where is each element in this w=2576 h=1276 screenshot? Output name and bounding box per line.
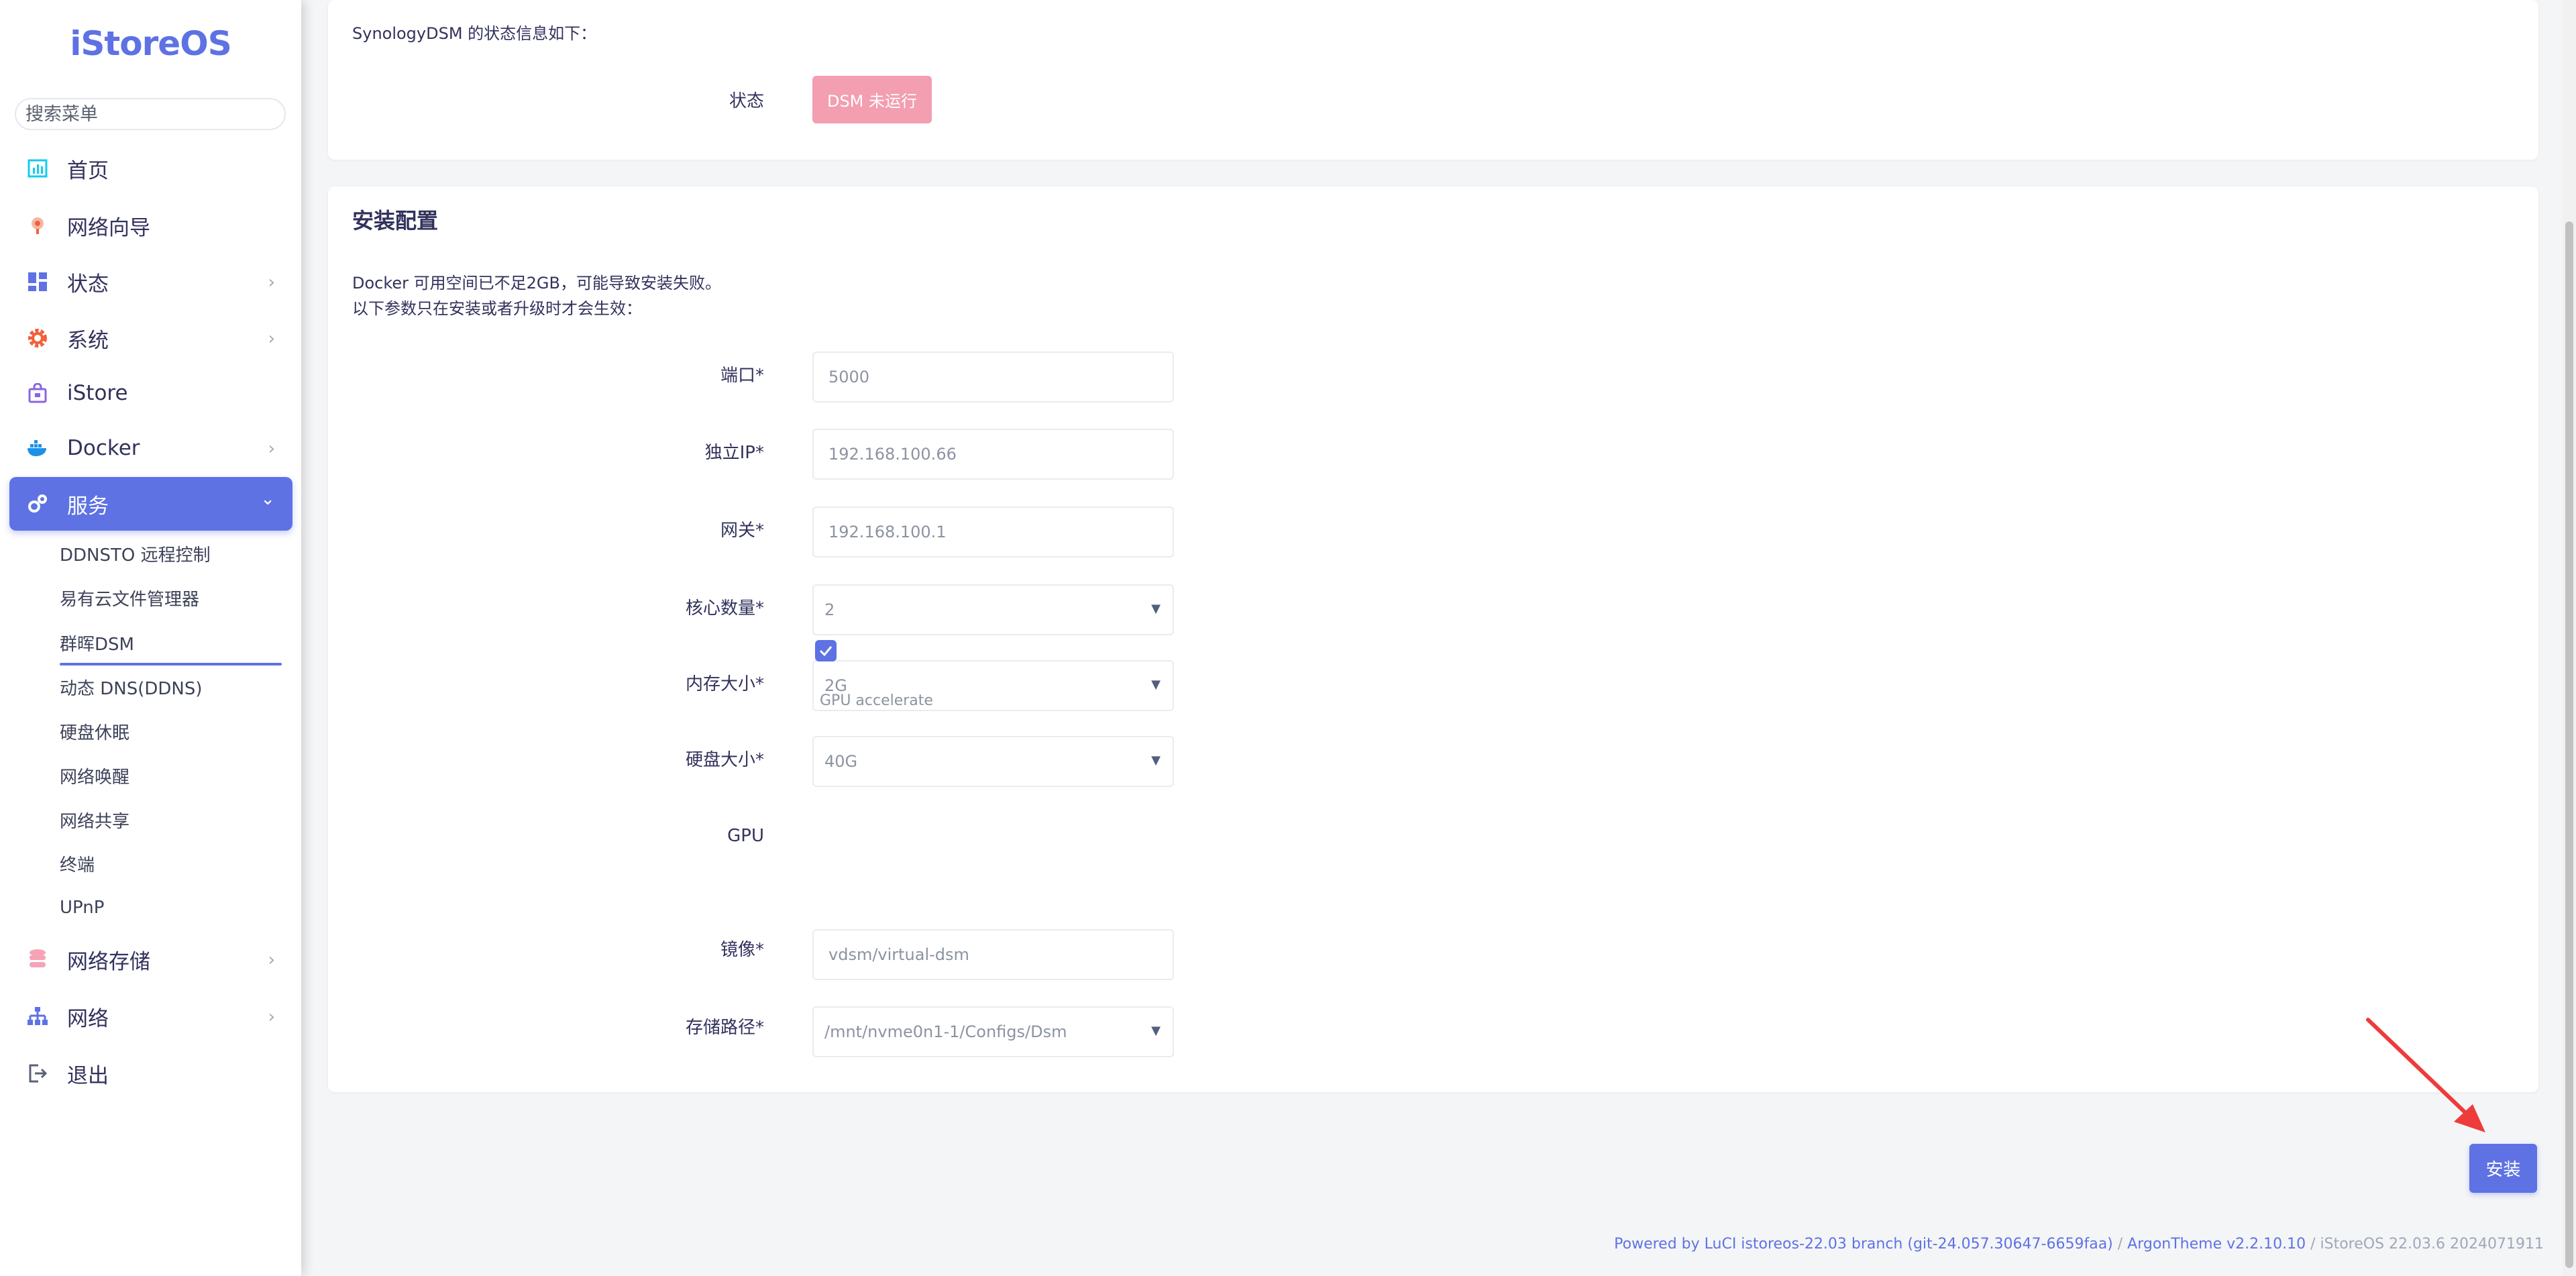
sidebar-item-label: 系统 [67,328,109,353]
storage-path-select[interactable]: /mnt/nvme0n1-1/Configs/Dsm ▼ [812,1006,1174,1057]
sidebar-item-services[interactable]: 服务 ⌄ [9,477,292,531]
sidebar-item-system[interactable]: 系统 › [9,311,292,365]
chevron-right-icon: › [268,1007,275,1027]
sidebar-item-istore[interactable]: iStore [9,366,292,420]
chevron-down-icon: ⌄ [260,489,275,509]
submenu-item-disk-sleep[interactable]: 硬盘休眠 [60,720,129,747]
gateway-input[interactable] [812,507,1174,557]
footer-separator: / [2306,1236,2320,1253]
sidebar-item-label: 网络存储 [67,949,150,974]
submenu-item-ddns[interactable]: 动态 DNS(DDNS) [60,676,203,702]
caret-down-icon: ▼ [1151,1024,1161,1038]
submenu-item-network-share[interactable]: 网络共享 [60,808,129,835]
menu-search-input[interactable] [15,98,286,130]
active-submenu-indicator [60,663,282,666]
network-tree-icon [25,1004,50,1028]
section-title: 安装配置 [352,208,439,233]
footer-separator: / [2112,1236,2128,1253]
sidebar-item-network[interactable]: 网络 › [9,990,292,1043]
sidebar-item-label: 状态 [67,272,109,297]
submenu-item-synology-dsm[interactable]: 群晖DSM [60,631,134,658]
image-label: 镜像* [720,940,764,960]
sidebar-item-label: 网络向导 [67,215,150,240]
sidebar-item-label: 退出 [67,1063,109,1088]
home-chart-icon [25,156,50,180]
memory-size-label: 内存大小* [685,674,764,694]
status-label: 状态 [729,91,764,111]
submenu-item-terminal[interactable]: 终端 [60,852,95,879]
sidebar-item-label: 首页 [67,158,109,183]
footer: Powered by LuCI istoreos-22.03 branch (g… [1614,1236,2544,1253]
sidebar-item-label: 服务 [67,494,109,519]
sidebar-item-label: 网络 [67,1006,109,1031]
sidebar-item-network-wizard[interactable]: 网络向导 [9,199,292,252]
gpu-checkbox[interactable] [815,640,837,661]
select-value: 2 [824,600,835,619]
status-grid-icon [25,270,50,294]
sidebar-item-docker[interactable]: Docker › [9,421,292,475]
select-value: /mnt/nvme0n1-1/Configs/Dsm [824,1022,1067,1041]
luci-version-link[interactable]: Powered by LuCI istoreos-22.03 branch (g… [1614,1236,2113,1253]
store-bag-icon [25,381,50,405]
disk-size-label: 硬盘大小* [685,750,764,770]
caret-down-icon: ▼ [1151,602,1161,616]
sidebar-item-home[interactable]: 首页 [9,142,292,195]
gear-icon [25,326,50,350]
sidebar: iStoreOS 首页 网络向导 状态 › 系统 › iStore [0,0,301,1276]
select-value: 40G [824,752,858,771]
gpu-label: GPU [727,826,764,846]
wizard-icon [25,213,50,237]
chevron-right-icon: › [268,272,275,293]
storage-icon [25,947,50,971]
install-config-card: 安装配置 Docker 可用空间已不足2GB，可能导致安装失败。 以下参数只在安… [328,187,2538,1092]
ip-input[interactable] [812,429,1174,480]
disk-size-select[interactable]: 40G ▼ [812,736,1174,787]
ip-label: 独立IP* [704,443,764,463]
submenu-item-linkease[interactable]: 易有云文件管理器 [60,586,199,613]
port-label: 端口* [720,366,764,386]
status-card: SynologyDSM 的状态信息如下： 状态 DSM 未运行 [328,0,2538,160]
annotation-arrow-icon [2366,1018,2485,1132]
docker-icon [25,436,50,460]
sidebar-item-logout[interactable]: 退出 [9,1047,292,1100]
os-version-text: iStoreOS 22.03.6 2024071911 [2320,1236,2544,1253]
caret-down-icon: ▼ [1151,753,1161,767]
install-params-note: 以下参数只在安装或者升级时才会生效： [352,299,642,318]
image-input[interactable] [812,929,1174,980]
sidebar-item-network-storage[interactable]: 网络存储 › [9,933,292,986]
cpu-cores-select[interactable]: 2 ▼ [812,584,1174,635]
brand-logo[interactable]: iStoreOS [0,24,301,63]
sidebar-item-label: iStore [67,381,128,405]
sidebar-item-status[interactable]: 状态 › [9,255,292,309]
storage-path-label: 存储路径* [685,1018,764,1038]
gpu-hint: GPU accelerate [820,692,933,709]
status-intro-text: SynologyDSM 的状态信息如下： [352,24,597,43]
gateway-label: 网关* [720,521,764,541]
submenu-item-ddnsto[interactable]: DDNSTO 远程控制 [60,542,211,569]
submenu-item-upnp[interactable]: UPnP [60,894,104,921]
install-button[interactable]: 安装 [2469,1144,2537,1193]
caret-down-icon: ▼ [1151,678,1161,692]
checkmark-icon [819,646,833,657]
chevron-right-icon: › [268,329,275,349]
chevron-right-icon: › [268,950,275,970]
submenu-item-wake-on-lan[interactable]: 网络唤醒 [60,764,129,791]
docker-space-warning: Docker 可用空间已不足2GB，可能导致安装失败。 [352,274,721,293]
theme-version-link[interactable]: ArgonTheme v2.2.10.10 [2127,1236,2306,1253]
sidebar-item-label: Docker [67,436,140,460]
logout-icon [25,1061,50,1085]
port-input[interactable] [812,352,1174,403]
services-icon [25,492,50,516]
scrollbar-thumb[interactable] [2565,221,2573,1268]
dsm-status-badge: DSM 未运行 [812,76,932,123]
chevron-right-icon: › [268,439,275,459]
cpu-cores-label: 核心数量* [685,598,764,619]
